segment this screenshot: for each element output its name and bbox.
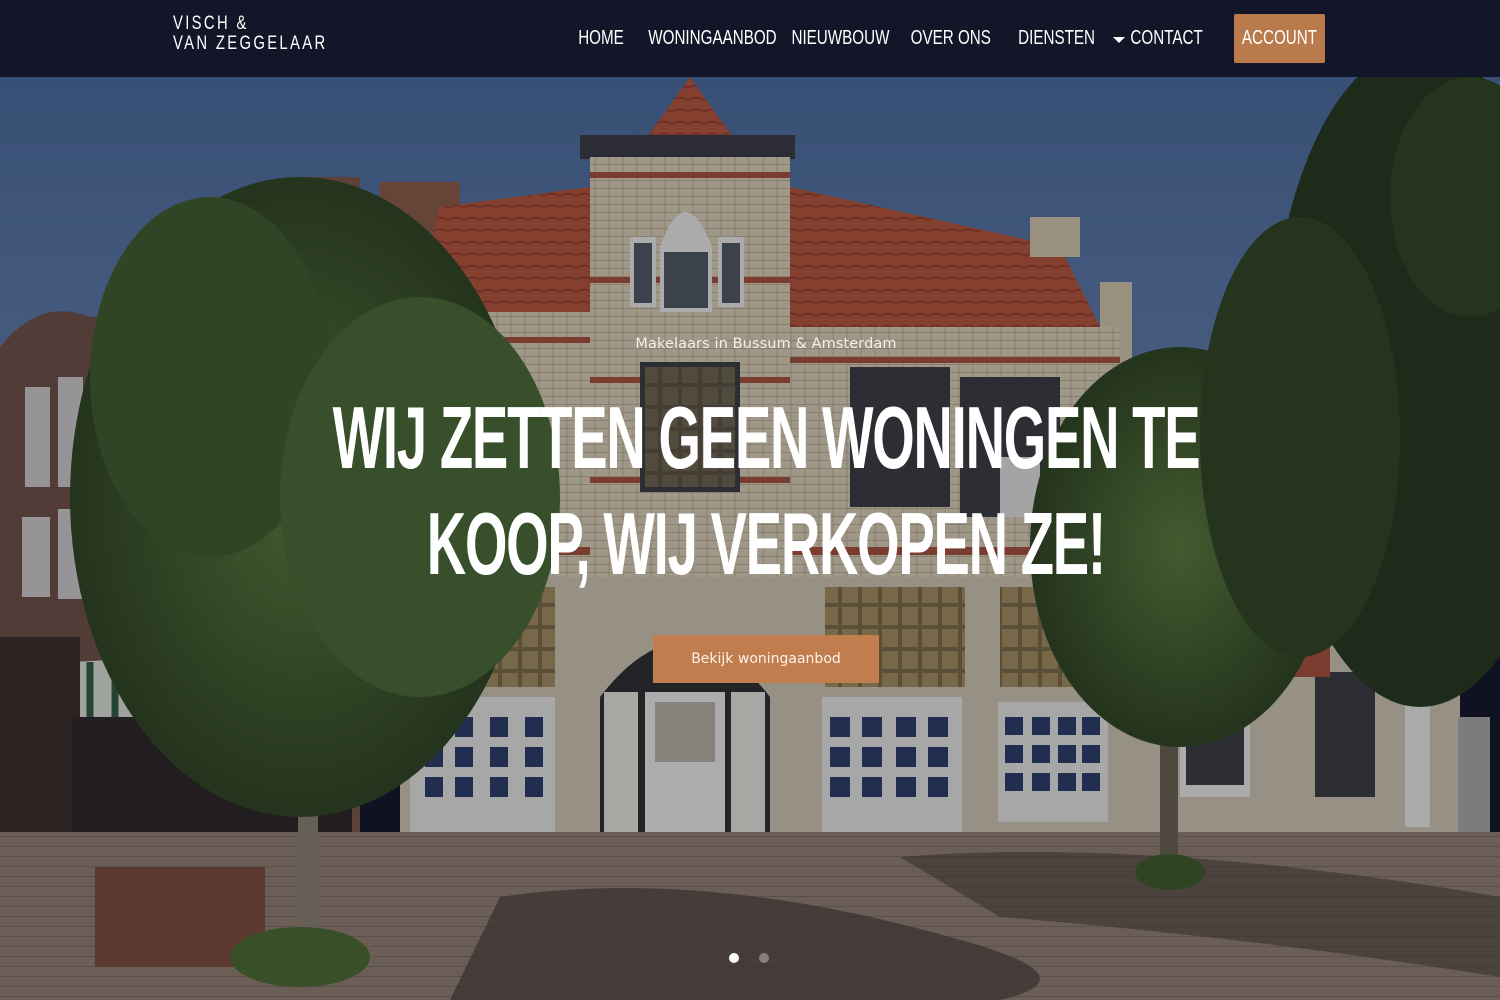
hero-title: WIJ ZETTEN GEEN WONINGEN TE KOOP, WIJ VE… [0, 385, 1500, 597]
nav-item-nieuwbouw[interactable]: NIEUWBOUW [781, 14, 899, 63]
slide-dot-2[interactable] [759, 953, 769, 963]
logo-line-1: VISCH & [173, 13, 249, 34]
nav-label: OVER ONS [910, 27, 992, 49]
logo[interactable]: VISCH & VAN ZEGGELAAR [173, 14, 328, 54]
nav-item-woningaanbod[interactable]: WONINGAANBOD [643, 14, 781, 63]
hero-subtitle: Makelaars in Bussum & Amsterdam [635, 336, 897, 352]
slide-dot-1[interactable] [729, 953, 739, 963]
nav-label: DIENSTEN [1018, 27, 1096, 49]
logo-line-2: VAN ZEGGELAAR [173, 33, 328, 54]
hero-title-line-1: WIJ ZETTEN GEEN WONINGEN TE [332, 388, 1201, 487]
hero-slider: Makelaars in Bussum & Amsterdam WIJ ZETT… [0, 77, 1500, 1000]
nav-item-home[interactable]: HOME [564, 14, 638, 63]
nav-label: NIEUWBOUW [791, 27, 889, 49]
main-nav: HOME WONINGAANBOD NIEUWBOUW OVER ONS DIE… [564, 14, 1325, 63]
nav-item-over-ons[interactable]: OVER ONS [899, 14, 1003, 63]
nav-label: HOME [578, 27, 624, 49]
account-button[interactable]: ACCOUNT [1234, 14, 1325, 63]
nav-item-diensten[interactable]: DIENSTEN [1011, 14, 1125, 63]
hero-title-line-2: KOOP, WIJ VERKOPEN ZE! [426, 494, 1106, 593]
site-header: VISCH & VAN ZEGGELAAR HOME WONINGAANBOD … [0, 0, 1500, 77]
nav-item-contact[interactable]: CONTACT [1121, 14, 1213, 63]
account-label: ACCOUNT [1241, 27, 1318, 49]
nav-label: CONTACT [1130, 27, 1204, 49]
slider-pagination [729, 953, 769, 963]
view-listings-button[interactable]: Bekijk woningaanbod [653, 635, 879, 683]
nav-label: WONINGAANBOD [647, 27, 777, 49]
